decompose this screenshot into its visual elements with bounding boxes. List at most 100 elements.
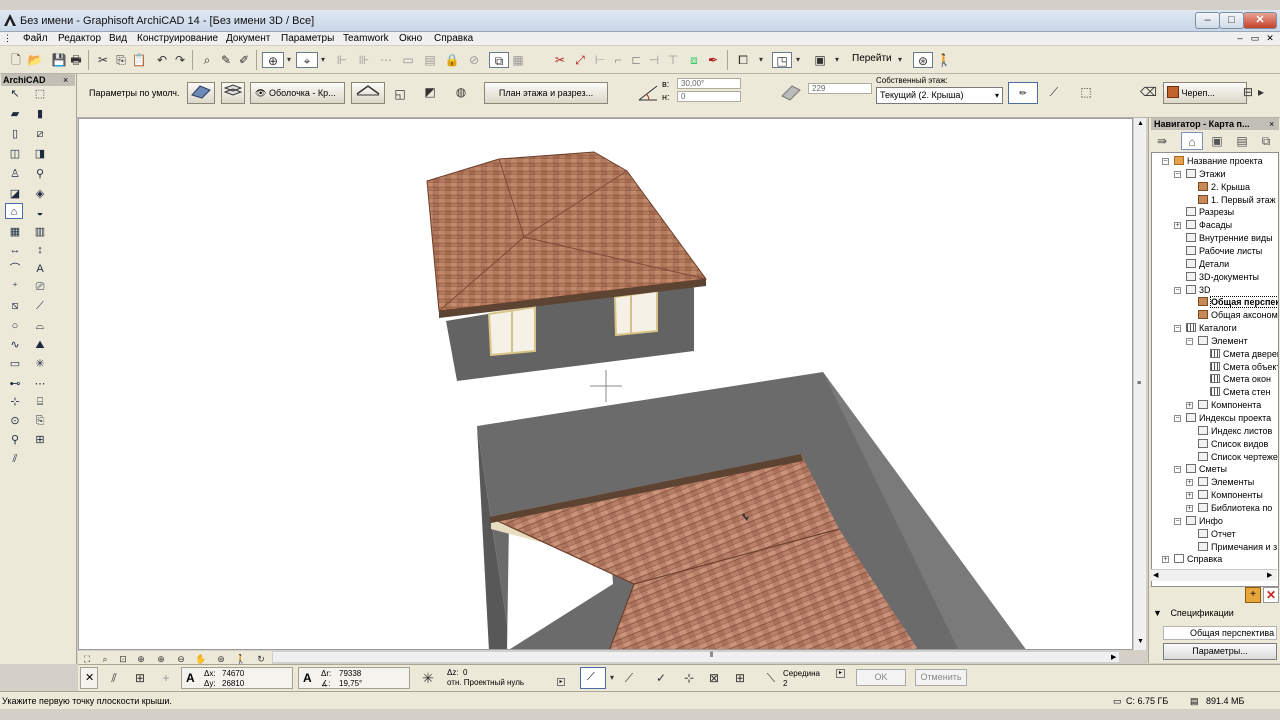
collapse-icon[interactable]: − — [1174, 466, 1181, 474]
delta-xy-box[interactable]: A Δx: 74670 Δy: 26810 — [181, 667, 293, 689]
expand-icon[interactable]: + — [1186, 479, 1193, 487]
geometry-method-button[interactable] — [351, 82, 385, 104]
tree-item[interactable]: − Элемент — [1186, 335, 1248, 348]
reference-dropdown-icon[interactable]: ▸ — [557, 678, 565, 686]
door-tool-icon[interactable]: ◫ — [6, 146, 24, 162]
split-icon[interactable]: ⊣ — [646, 52, 662, 68]
scroll-right-icon[interactable]: ▶ — [1267, 571, 1272, 579]
height-input[interactable]: 0 — [677, 91, 741, 102]
viewport-vertical-scrollbar[interactable]: ▲ ≡ ▼ — [1133, 118, 1146, 650]
spline-tool-icon[interactable]: ∿ — [6, 337, 24, 353]
mdi-restore-button[interactable]: ▭ — [1250, 33, 1260, 43]
delta-r-box[interactable]: A Δr: 79338 ∡: 19,75° — [298, 667, 410, 689]
shell-tool-icon[interactable]: ◒ — [31, 205, 49, 221]
figure-tool-icon[interactable]: ⛰ — [31, 337, 49, 353]
cut-plane-icon[interactable]: ✂ — [552, 52, 568, 68]
menu-view[interactable]: Вид — [109, 32, 127, 45]
mdi-close-button[interactable]: ✕ — [1265, 33, 1275, 43]
collapse-icon[interactable]: − — [1174, 517, 1181, 525]
menu-window[interactable]: Окно — [399, 32, 422, 45]
expand-icon[interactable]: + — [1174, 222, 1181, 230]
grid-tool-icon[interactable]: ⊞ — [31, 432, 49, 448]
scroll-grip-icon[interactable]: ⦀ — [710, 652, 713, 660]
snap-guides-toggle[interactable]: ⟋ — [580, 667, 606, 689]
tree-item[interactable]: Список видов — [1198, 438, 1268, 451]
tab-layout-book[interactable]: ▤ — [1231, 132, 1253, 150]
find-select-icon[interactable]: ⌕ — [199, 52, 215, 68]
tree-item[interactable]: Отчет — [1198, 528, 1236, 541]
snap-guide-icon[interactable]: ⌖ — [296, 52, 318, 68]
align-icon[interactable]: ⊩ — [334, 52, 350, 68]
distribute-icon[interactable]: ⊪ — [356, 52, 372, 68]
syringe-icon[interactable]: ✐ — [236, 52, 252, 68]
material-info-icon[interactable]: ⊟ — [1243, 84, 1253, 100]
layout-icon[interactable]: ▣ — [812, 52, 828, 68]
expand-icon[interactable]: + — [1162, 556, 1169, 564]
gravity-dropdown-icon[interactable]: ▾ — [285, 52, 293, 68]
mesh-tool-icon[interactable]: ▦ — [6, 224, 24, 240]
parallel-icon[interactable]: ⊞ — [132, 670, 148, 686]
reference-icon[interactable]: ▦ — [510, 52, 526, 68]
menu-file[interactable]: Файл — [23, 32, 48, 45]
specifications-section[interactable]: ▼ Спецификации — [1153, 608, 1234, 618]
drawing-tool-icon[interactable]: ▭ — [6, 356, 24, 372]
menu-teamwork[interactable]: Teamwork — [343, 32, 389, 45]
viewport-horizontal-scrollbar[interactable]: ⦀ ▶ — [272, 651, 1120, 663]
material-more-icon[interactable]: ▸ — [1256, 84, 1266, 100]
3d-dropdown-icon[interactable]: ▾ — [757, 52, 765, 68]
layer-settings-button[interactable] — [221, 82, 245, 104]
cancel-button[interactable]: Отменить — [915, 669, 967, 686]
tree-item[interactable]: + Справка — [1162, 553, 1222, 566]
wall-tool-icon[interactable]: ▰ — [6, 106, 24, 122]
scroll-up-icon[interactable]: ▲ — [1137, 120, 1144, 127]
suspend-icon[interactable]: ⊘ — [466, 52, 482, 68]
tree-item[interactable]: Разрезы — [1186, 206, 1234, 219]
tree-item[interactable]: Список чертежей — [1198, 451, 1278, 464]
explode-icon[interactable]: ⧈ — [686, 52, 702, 68]
collapse-icon[interactable]: − — [1174, 325, 1181, 333]
change-tool-icon[interactable]: ⎘ — [31, 413, 49, 429]
hotspot-tool-icon[interactable]: ✳ — [31, 356, 49, 372]
roof-tool-icon[interactable]: ⌂ — [5, 203, 23, 219]
snap-mode-dropdown-icon[interactable]: ▸ — [836, 669, 845, 678]
zone-stamp-icon[interactable]: ⎚ — [31, 279, 49, 295]
tree-item[interactable]: − Индексы проекта — [1174, 412, 1271, 425]
tree-item[interactable]: Смета стен — [1210, 386, 1270, 399]
grid-snap-icon[interactable]: ⋯ — [378, 52, 394, 68]
tree-item[interactable]: − Сметы — [1174, 463, 1227, 476]
pitch-input[interactable]: 30,00° — [677, 78, 741, 89]
print-icon[interactable]: 🖶 — [68, 52, 84, 68]
window-tool-icon[interactable]: ◨ — [31, 146, 49, 162]
scroll-grip-icon[interactable]: ≡ — [1137, 380, 1141, 387]
floor-plan-section-button[interactable]: План этажа и разрез... — [484, 82, 608, 104]
perspective-dropdown-icon[interactable]: ▾ — [794, 52, 802, 68]
thickness-input[interactable]: 229 — [808, 83, 872, 94]
text-tool-icon[interactable]: A — [31, 261, 49, 277]
line-tool-icon[interactable]: ⟋ — [31, 298, 49, 314]
tab-publisher[interactable]: ⧉ — [1255, 132, 1277, 150]
tree-item[interactable]: Индекс листов — [1198, 425, 1272, 438]
tree-item[interactable]: − Инфо — [1174, 515, 1223, 528]
paste-icon[interactable]: 📋 — [131, 52, 147, 68]
layout-dropdown-icon[interactable]: ▾ — [833, 52, 841, 68]
dimension-tool-icon[interactable]: ↔ — [6, 242, 24, 258]
tree-item[interactable]: Внутренние виды — [1186, 232, 1273, 245]
tab-project-map[interactable]: ⌂ — [1181, 132, 1203, 150]
beam-tool-icon[interactable]: ▯ — [6, 126, 24, 142]
material-dropdown[interactable]: Череп... — [1163, 82, 1247, 104]
adjust-icon[interactable]: ⊤ — [665, 52, 681, 68]
floor-plan-display-icon[interactable]: ◩ — [422, 84, 438, 100]
worksheet-tool-icon[interactable]: ⌸ — [31, 394, 49, 410]
construction-method-icon[interactable]: ◱ — [392, 86, 408, 102]
menu-design[interactable]: Конструирование — [137, 32, 218, 45]
close-button[interactable]: ✕ — [1243, 12, 1277, 29]
collapse-icon[interactable]: − — [1174, 415, 1181, 422]
tree-item[interactable]: Рабочие листы — [1186, 245, 1262, 258]
pen-settings-button[interactable]: ✏ — [1008, 82, 1038, 104]
check-icon[interactable]: ✓ — [653, 670, 669, 686]
marquee-tool-icon[interactable]: ⬚ — [31, 86, 49, 102]
lock-icon[interactable]: 🔒 — [444, 52, 460, 68]
scroll-left-icon[interactable]: ◀ — [1153, 571, 1158, 579]
undo-icon[interactable]: ↶ — [154, 52, 170, 68]
3d-window-icon[interactable]: ⧠ — [735, 52, 751, 68]
